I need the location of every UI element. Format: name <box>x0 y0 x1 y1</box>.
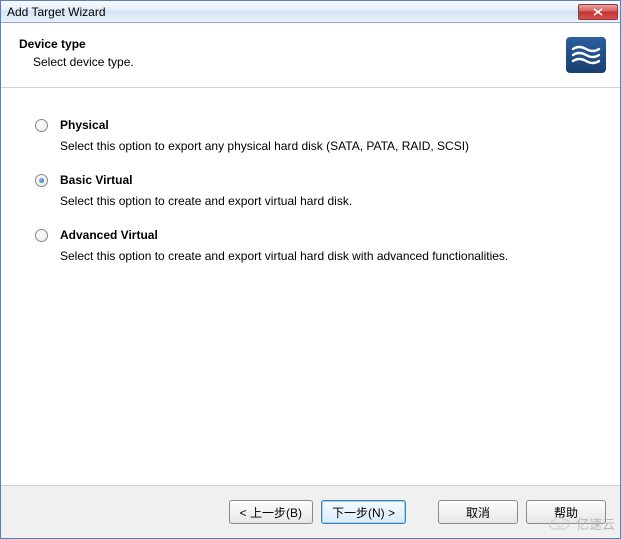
wizard-header: Device type Select device type. <box>1 23 620 88</box>
option-advanced-virtual: Advanced Virtual Select this option to c… <box>35 228 596 265</box>
button-bar: < 上一步(B) 下一步(N) > 取消 帮助 <box>1 485 620 538</box>
close-button[interactable] <box>578 4 618 20</box>
radio-advanced-virtual[interactable] <box>35 229 48 242</box>
option-desc-basic-virtual: Select this option to create and export … <box>60 192 596 210</box>
titlebar: Add Target Wizard <box>1 1 620 23</box>
close-icon <box>593 8 603 16</box>
option-label-basic-virtual: Basic Virtual <box>60 173 596 187</box>
option-body: Physical Select this option to export an… <box>60 118 596 155</box>
header-subtitle: Select device type. <box>19 55 134 69</box>
wizard-window: Add Target Wizard Device type Select dev… <box>0 0 621 539</box>
cancel-button[interactable]: 取消 <box>438 500 518 524</box>
option-label-advanced-virtual: Advanced Virtual <box>60 228 596 242</box>
radio-physical[interactable] <box>35 119 48 132</box>
option-desc-physical: Select this option to export any physica… <box>60 137 596 155</box>
header-text: Device type Select device type. <box>19 35 134 69</box>
button-gap <box>414 500 430 524</box>
help-button[interactable]: 帮助 <box>526 500 606 524</box>
option-label-physical: Physical <box>60 118 596 132</box>
wizard-content: Physical Select this option to export an… <box>1 88 620 485</box>
radio-basic-virtual[interactable] <box>35 174 48 187</box>
option-basic-virtual: Basic Virtual Select this option to crea… <box>35 173 596 210</box>
back-button[interactable]: < 上一步(B) <box>229 500 313 524</box>
next-button[interactable]: 下一步(N) > <box>321 500 406 524</box>
header-title: Device type <box>19 37 134 51</box>
window-title: Add Target Wizard <box>7 5 578 19</box>
product-logo <box>566 37 606 73</box>
option-physical: Physical Select this option to export an… <box>35 118 596 155</box>
option-body: Basic Virtual Select this option to crea… <box>60 173 596 210</box>
waves-icon <box>571 44 601 66</box>
option-desc-advanced-virtual: Select this option to create and export … <box>60 247 596 265</box>
option-body: Advanced Virtual Select this option to c… <box>60 228 596 265</box>
